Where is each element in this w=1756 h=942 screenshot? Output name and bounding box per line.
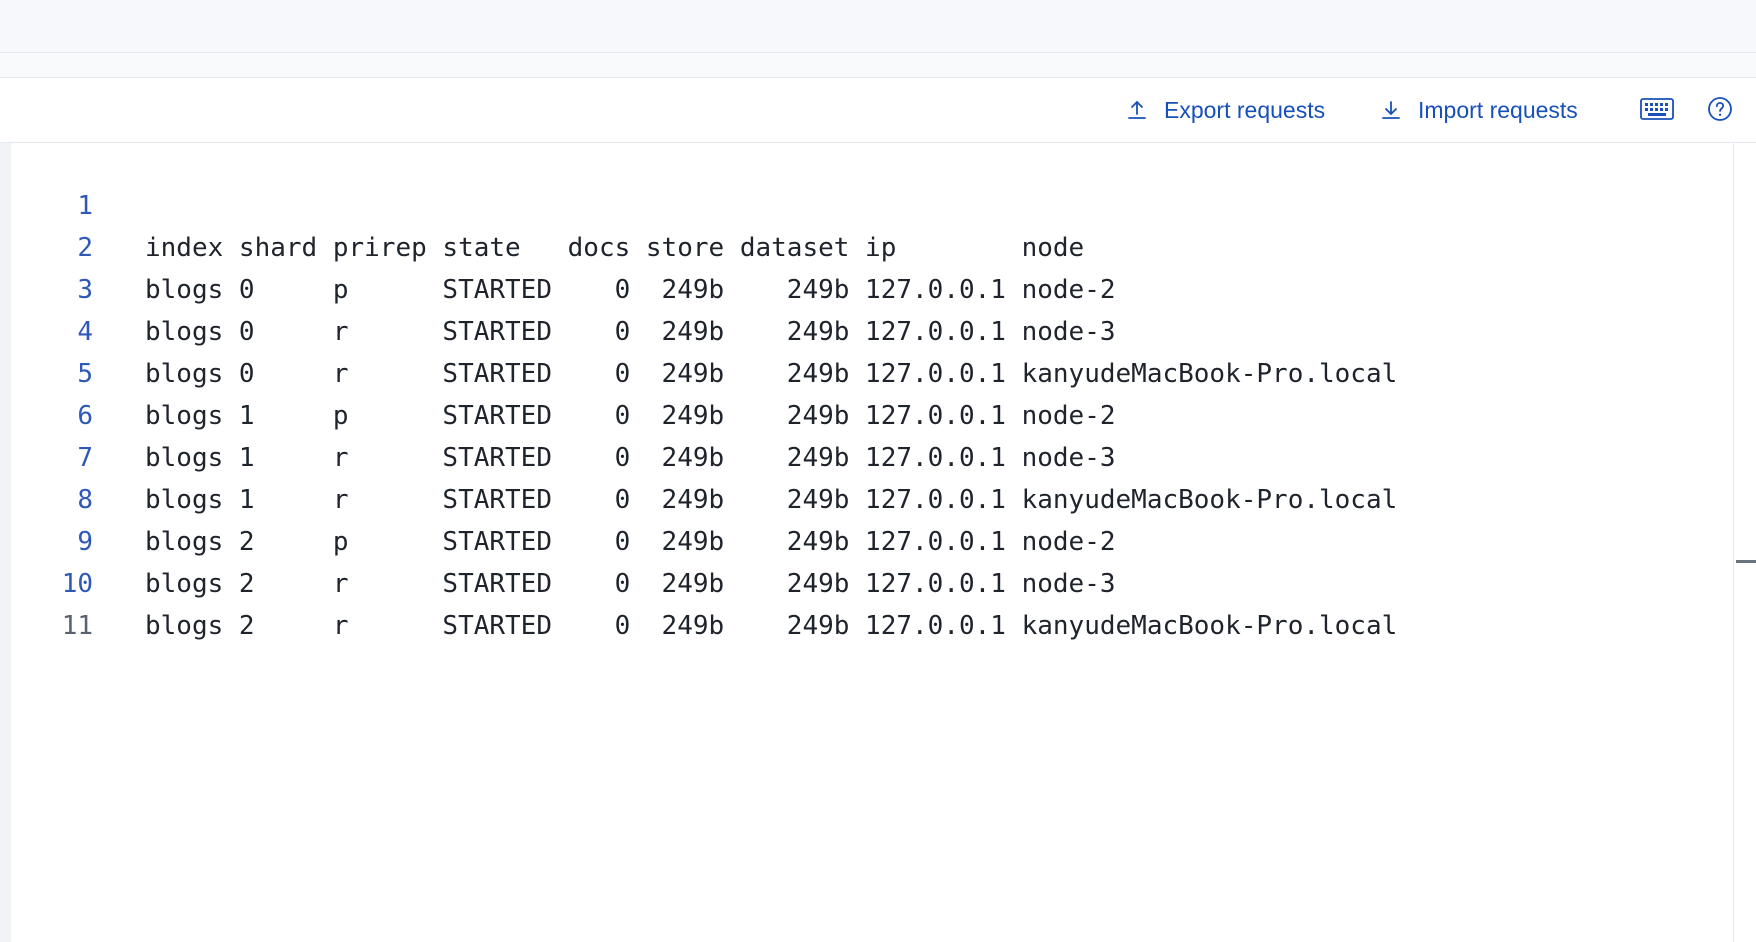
editor-line: 3 blogs 0 r STARTED 0 249b 249b 127.0.0.… xyxy=(11,227,1733,347)
panel-divider xyxy=(0,53,1756,78)
editor-line: 10 blogs 2 r STARTED 0 249b 249b 127.0.0… xyxy=(11,521,1733,641)
response-editor[interactable]: 1 index shard prirep state docs store da… xyxy=(11,143,1733,942)
upload-icon xyxy=(1124,97,1150,123)
download-icon xyxy=(1378,97,1404,123)
editor-line: 7 blogs 1 r STARTED 0 249b 249b 127.0.0.… xyxy=(11,395,1733,515)
export-requests-button[interactable]: Export requests xyxy=(1124,78,1325,142)
editor-line: 6 blogs 1 r STARTED 0 249b 249b 127.0.0.… xyxy=(11,353,1733,473)
keyboard-icon xyxy=(1640,97,1674,126)
help-icon xyxy=(1707,96,1733,127)
editor-line: 11 xyxy=(11,563,1733,641)
editor-scrollbar[interactable] xyxy=(1733,143,1756,942)
editor-line: 1 index shard prirep state docs store da… xyxy=(11,143,1733,263)
keyboard-shortcuts-button[interactable] xyxy=(1640,94,1674,128)
import-requests-button[interactable]: Import requests xyxy=(1378,78,1578,142)
editor-left-edge xyxy=(0,143,11,942)
editor-line: 5 blogs 1 p STARTED 0 249b 249b 127.0.0.… xyxy=(11,311,1733,431)
editor-line: 8 blogs 2 p STARTED 0 249b 249b 127.0.0.… xyxy=(11,437,1733,557)
import-requests-label: Import requests xyxy=(1418,96,1578,123)
response-toolbar: Export requests Import requests xyxy=(0,78,1756,143)
help-button[interactable] xyxy=(1703,94,1737,128)
line-number: 11 xyxy=(61,611,93,641)
editor-line: 2 blogs 0 p STARTED 0 249b 249b 127.0.0.… xyxy=(11,185,1733,305)
top-bar xyxy=(0,0,1756,53)
editor-line: 4 blogs 0 r STARTED 0 249b 249b 127.0.0.… xyxy=(11,269,1733,389)
line-text: blogs 2 r STARTED 0 249b 249b 127.0.0.1 … xyxy=(145,611,1398,641)
editor-line: 9 blogs 2 r STARTED 0 249b 249b 127.0.0.… xyxy=(11,479,1733,599)
export-requests-label: Export requests xyxy=(1164,96,1326,123)
scroll-position-marker xyxy=(1736,560,1756,563)
console-app: Export requests Import requests 1 index … xyxy=(0,0,1756,942)
